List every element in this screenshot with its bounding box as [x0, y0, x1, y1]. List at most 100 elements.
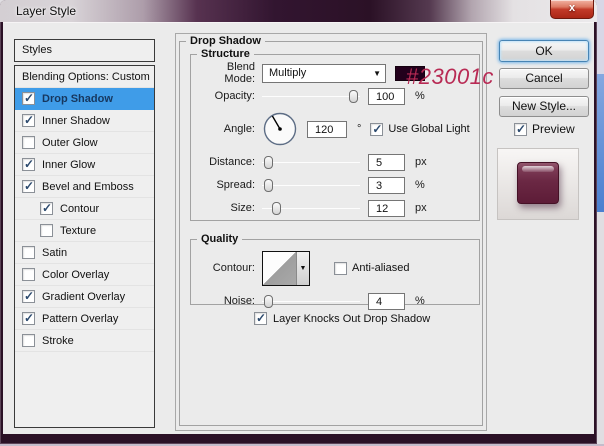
window-title: Layer Style	[16, 4, 76, 18]
distance-input[interactable]: 5	[368, 154, 405, 171]
angle-input[interactable]: 120	[307, 121, 347, 138]
styles-list-item[interactable]: Texture	[15, 220, 154, 242]
styles-list-item[interactable]: Pattern Overlay	[15, 308, 154, 330]
distance-unit: px	[415, 156, 427, 168]
blend-mode-value: Multiply	[269, 67, 306, 79]
opacity-input[interactable]: 100	[368, 88, 405, 105]
blend-mode-select[interactable]: Multiply ▼	[262, 64, 386, 83]
styles-list-item[interactable]: Inner Glow	[15, 154, 154, 176]
style-item-label: Pattern Overlay	[42, 313, 118, 325]
distance-row: Distance: 5 px	[191, 152, 479, 172]
layer-style-dialog: Layer Style x Styles Blending Options: C…	[0, 0, 597, 444]
slider-track	[262, 162, 360, 163]
styles-list-item[interactable]: Blending Options: Custom	[15, 66, 154, 88]
anti-aliased-checkbox[interactable]	[334, 262, 347, 275]
style-enabled-checkbox[interactable]	[22, 92, 35, 105]
desktop-background	[596, 0, 604, 74]
styles-list-item[interactable]: Drop Shadow	[15, 88, 154, 110]
cancel-button[interactable]: Cancel	[499, 68, 589, 89]
distance-slider[interactable]	[262, 154, 360, 170]
contour-picker[interactable]: ▼	[262, 251, 310, 286]
size-label: Size:	[195, 202, 255, 214]
slider-thumb[interactable]	[272, 202, 281, 215]
style-enabled-checkbox[interactable]	[22, 180, 35, 193]
style-item-label: Stroke	[42, 335, 74, 347]
title-bar[interactable]: Layer Style x	[0, 0, 597, 22]
size-slider[interactable]	[262, 200, 360, 216]
style-item-label: Inner Glow	[42, 159, 95, 171]
preview-layer-swatch	[517, 162, 559, 204]
slider-track	[262, 96, 360, 97]
style-enabled-checkbox[interactable]	[22, 114, 35, 127]
styles-list-item[interactable]: Satin	[15, 242, 154, 264]
style-enabled-checkbox[interactable]	[22, 268, 35, 281]
style-item-label: Blending Options: Custom	[22, 71, 150, 83]
noise-input[interactable]: 4	[368, 293, 405, 310]
style-enabled-checkbox[interactable]	[40, 224, 53, 237]
noise-label: Noise:	[195, 295, 255, 307]
spread-input[interactable]: 3	[368, 177, 405, 194]
style-enabled-checkbox[interactable]	[40, 202, 53, 215]
angle-label: Angle:	[195, 123, 255, 135]
styles-list-item[interactable]: Gradient Overlay	[15, 286, 154, 308]
chevron-down-icon: ▼	[373, 69, 381, 78]
style-enabled-checkbox[interactable]	[22, 158, 35, 171]
style-item-label: Color Overlay	[42, 269, 109, 281]
styles-list-item[interactable]: Contour	[15, 198, 154, 220]
style-enabled-checkbox[interactable]	[22, 246, 35, 259]
style-preview-thumbnail	[497, 148, 579, 220]
style-enabled-checkbox[interactable]	[22, 290, 35, 303]
use-global-light-checkbox[interactable]	[370, 123, 383, 136]
slider-thumb[interactable]	[264, 295, 273, 308]
distance-label: Distance:	[195, 156, 255, 168]
structure-group-title: Structure	[197, 48, 254, 60]
screen: Layer Style x Styles Blending Options: C…	[0, 0, 604, 446]
size-unit: px	[415, 202, 427, 214]
style-enabled-checkbox[interactable]	[22, 136, 35, 149]
spread-label: Spread:	[195, 179, 255, 191]
slider-thumb[interactable]	[264, 156, 273, 169]
preview-checkbox[interactable]	[514, 123, 527, 136]
styles-list-item[interactable]: Bevel and Emboss	[15, 176, 154, 198]
slider-thumb[interactable]	[349, 90, 358, 103]
noise-slider[interactable]	[262, 293, 360, 309]
quality-group: Quality Contour: ▼ Anti-aliased Noise:	[190, 233, 480, 305]
styles-list-item[interactable]: Inner Shadow	[15, 110, 154, 132]
layer-knocks-out-checkbox[interactable]	[254, 312, 267, 325]
style-item-label: Satin	[42, 247, 67, 259]
styles-panel-header: Styles	[14, 39, 155, 62]
contour-row: Contour: ▼ Anti-aliased	[191, 248, 479, 288]
style-item-label: Contour	[60, 203, 99, 215]
spread-slider[interactable]	[262, 177, 360, 193]
angle-row: Angle: 120 ° Use Global Light	[191, 109, 479, 149]
opacity-slider[interactable]	[262, 88, 360, 104]
style-enabled-checkbox[interactable]	[22, 334, 35, 347]
angle-dial[interactable]	[262, 111, 298, 147]
contour-label: Contour:	[195, 262, 255, 274]
size-input[interactable]: 12	[368, 200, 405, 217]
style-item-label: Inner Shadow	[42, 115, 110, 127]
new-style-button[interactable]: New Style...	[499, 96, 589, 117]
noise-row: Noise: 4 %	[191, 291, 479, 311]
style-enabled-checkbox[interactable]	[22, 312, 35, 325]
styles-list-item[interactable]: Outer Glow	[15, 132, 154, 154]
desktop-background-blue-strip	[596, 74, 604, 212]
use-global-light-label: Use Global Light	[388, 123, 469, 135]
ok-button[interactable]: OK	[499, 40, 589, 62]
style-item-label: Texture	[60, 225, 96, 237]
preview-label: Preview	[532, 122, 575, 136]
styles-list-item[interactable]: Color Overlay	[15, 264, 154, 286]
slider-thumb[interactable]	[264, 179, 273, 192]
styles-list-item[interactable]: Stroke	[15, 330, 154, 352]
close-button[interactable]: x	[550, 0, 594, 19]
style-item-label: Drop Shadow	[42, 93, 113, 105]
angle-unit: °	[357, 123, 361, 135]
preview-row: Preview	[514, 122, 575, 136]
size-row: Size: 12 px	[191, 198, 479, 218]
noise-unit: %	[415, 295, 425, 307]
style-item-label: Gradient Overlay	[42, 291, 125, 303]
chevron-down-icon[interactable]: ▼	[296, 252, 309, 285]
drop-shadow-panel: Drop Shadow Structure Blend Mode: Multip…	[175, 33, 487, 431]
opacity-unit: %	[415, 90, 425, 102]
spread-unit: %	[415, 179, 425, 191]
